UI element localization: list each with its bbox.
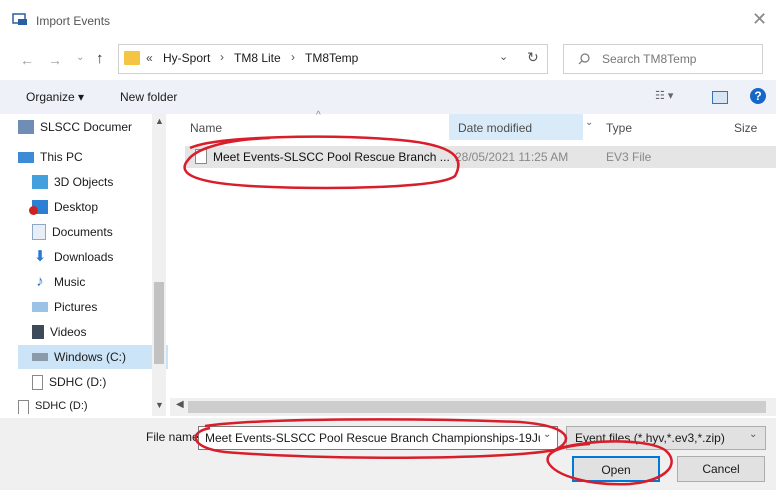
red-circle-file-annotation — [183, 135, 460, 190]
red-circle-open-annotation — [546, 440, 673, 486]
red-circle-filename-annotation — [194, 418, 567, 460]
red-annotation-overlay — [183, 135, 673, 486]
